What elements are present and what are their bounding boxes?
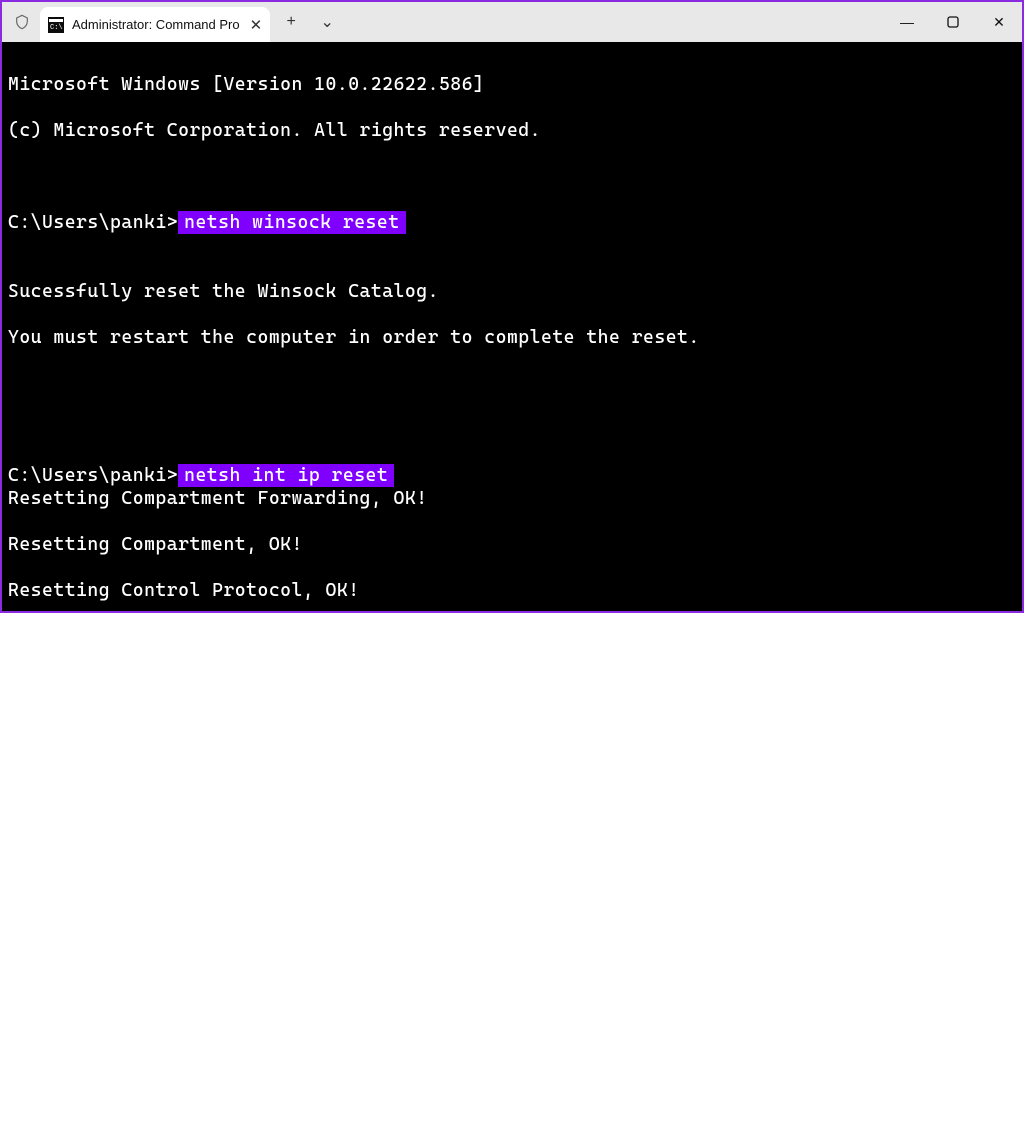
command-highlight: netsh int ip reset — [178, 464, 394, 487]
output-line: Resetting Global, OK! — [8, 671, 1016, 694]
banner-line: Microsoft Windows [Version 10.0.22622.58… — [8, 73, 1016, 96]
command-highlight: netsh winsock reset — [178, 211, 405, 234]
tab-title: Administrator: Command Pro — [72, 17, 240, 32]
prompt: C:\Users\panki> — [8, 465, 178, 486]
maximize-button[interactable] — [930, 2, 976, 42]
banner-line: (c) Microsoft Corporation. All rights re… — [8, 119, 1016, 142]
terminal-output[interactable]: Microsoft Windows [Version 10.0.22622.58… — [2, 42, 1022, 611]
output-line: Resetting Control Protocol, OK! — [8, 579, 1016, 602]
window-titlebar: C:\ Administrator: Command Pro ✕ + ⌄ — ✕ — [2, 2, 1022, 42]
output-line: Resetting Compartment Forwarding, OK! — [8, 487, 1016, 510]
shield-icon — [14, 12, 30, 32]
close-tab-button[interactable]: ✕ — [250, 16, 263, 34]
new-tab-button[interactable]: + — [276, 7, 306, 37]
active-tab[interactable]: C:\ Administrator: Command Pro ✕ — [40, 7, 270, 42]
blank-line — [8, 372, 1016, 395]
output-line: Resetting Proxy Neighbor, OK! — [8, 1085, 1016, 1108]
prompt: C:\Users\panki> — [8, 212, 178, 233]
output-line: Resetting Echo Sequence Request, OK! — [8, 625, 1016, 648]
blank-line — [8, 418, 1016, 441]
output-line: Resetting Compartment, OK! — [8, 533, 1016, 556]
output-line: Resetting Neighbor, OK! — [8, 901, 1016, 924]
output-line: Resetting Interface, OK! — [8, 717, 1016, 740]
output-line: Resetting Unicast Address, OK! — [8, 855, 1016, 878]
svg-text:C:\: C:\ — [50, 24, 63, 32]
output-line: Resetting Prefix Policy, OK! — [8, 1039, 1016, 1062]
output-line: You must restart the computer in order t… — [8, 326, 1016, 349]
tab-dropdown-button[interactable]: ⌄ — [312, 7, 342, 37]
output-line: Resetting Potential, OK! — [8, 993, 1016, 1016]
blank-line — [8, 165, 1016, 188]
close-window-button[interactable]: ✕ — [976, 2, 1022, 42]
output-line: Sucessfully reset the Winsock Catalog. — [8, 280, 1016, 303]
output-line: Resetting Multicast Address, OK! — [8, 809, 1016, 832]
cmd-icon: C:\ — [48, 17, 64, 33]
minimize-button[interactable]: — — [884, 2, 930, 42]
window-controls: — ✕ — [884, 2, 1022, 42]
output-line: Resetting Anycast Address, OK! — [8, 763, 1016, 786]
blank-line — [8, 234, 1016, 257]
output-line: Resetting Path, OK! — [8, 947, 1016, 970]
